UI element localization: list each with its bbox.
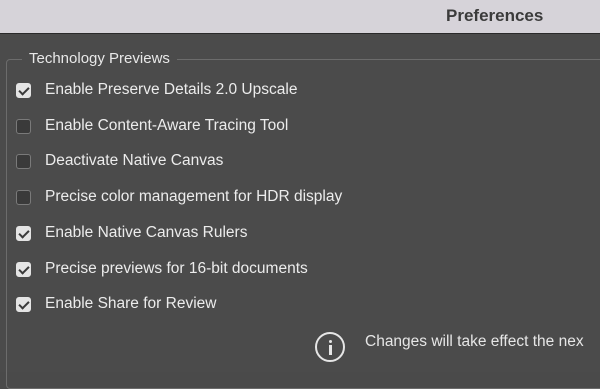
group-title: Technology Previews [22, 49, 177, 69]
option-deactivate-native-canvas[interactable]: Deactivate Native Canvas [16, 150, 223, 172]
option-label: Enable Share for Review [45, 295, 217, 312]
option-hdr-color-management[interactable]: Precise color management for HDR display [16, 186, 342, 208]
option-label: Enable Preserve Details 2.0 Upscale [45, 81, 298, 98]
window-title: Preferences [446, 6, 544, 25]
option-16-bit-previews[interactable]: Precise previews for 16-bit documents [16, 258, 308, 280]
checkbox[interactable] [16, 261, 31, 277]
checkbox[interactable] [16, 153, 31, 169]
info-icon [315, 332, 345, 362]
option-preserve-details-upscale[interactable]: Enable Preserve Details 2.0 Upscale [16, 79, 297, 101]
option-label: Precise color management for HDR display [45, 188, 343, 205]
option-native-canvas-rulers[interactable]: Enable Native Canvas Rulers [16, 222, 247, 244]
option-label: Precise previews for 16-bit documents [45, 260, 308, 277]
restart-notice: Changes will take effect the nex [315, 330, 584, 364]
preferences-panel: Technology Previews Enable Preserve Deta… [0, 34, 600, 389]
title-bar: Preferences [0, 0, 600, 34]
option-content-aware-tracing[interactable]: Enable Content-Aware Tracing Tool [16, 115, 288, 137]
checkbox[interactable] [16, 296, 31, 312]
option-label: Deactivate Native Canvas [45, 152, 224, 169]
restart-notice-text: Changes will take effect the nex [365, 333, 584, 350]
option-share-for-review[interactable]: Enable Share for Review [16, 293, 216, 315]
checkbox[interactable] [16, 118, 31, 134]
checkbox[interactable] [16, 82, 31, 98]
option-label: Enable Content-Aware Tracing Tool [45, 117, 289, 134]
option-label: Enable Native Canvas Rulers [45, 224, 248, 241]
checkbox[interactable] [16, 189, 31, 205]
checkbox[interactable] [16, 225, 31, 241]
